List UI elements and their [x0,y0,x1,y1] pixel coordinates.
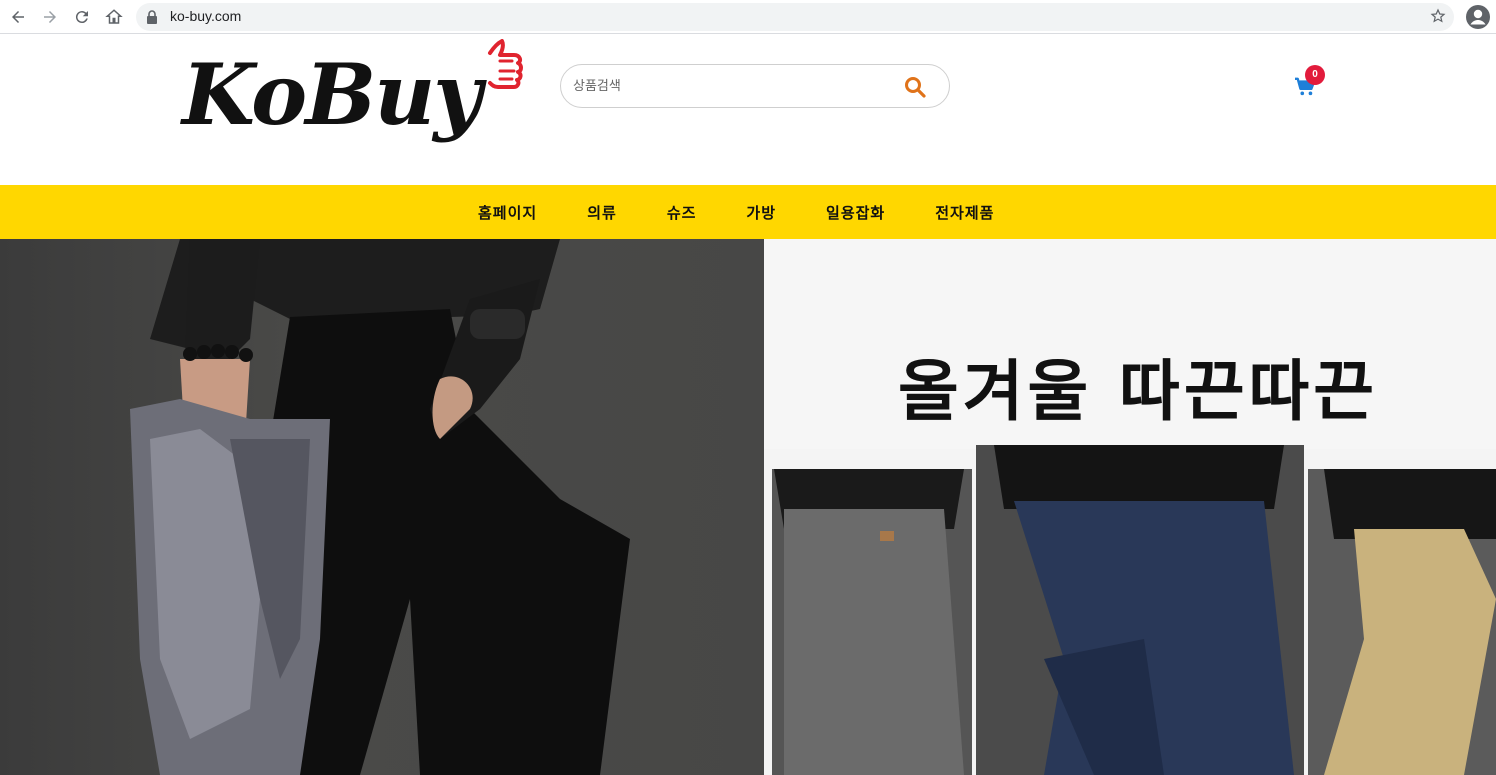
forward-icon[interactable] [38,5,62,29]
nav-item-electronics[interactable]: 전자제품 [935,202,994,223]
lock-icon [146,9,158,28]
search-icon[interactable] [903,75,927,99]
home-icon[interactable] [102,5,126,29]
banner-photo-fleece-pants [0,239,764,775]
search-input[interactable] [573,74,893,98]
search-box [560,64,950,108]
logo-wordmark: KoBuy [182,45,482,144]
main-navigation: 홈페이지 의류 슈즈 가방 일용잡화 전자제품 [0,185,1496,239]
bookmark-star-icon[interactable] [1430,8,1446,28]
nav-item-shoes[interactable]: 슈즈 [667,202,697,223]
address-bar[interactable]: ko-buy.com [136,3,1454,31]
site-logo[interactable]: KoBuy [180,39,560,164]
site-header: KoBuy 0 [0,35,1496,185]
banner-headline: 올겨울 따끈따끈 [898,353,1379,430]
reload-icon[interactable] [70,5,94,29]
cart-button[interactable]: 0 [1294,65,1330,99]
nav-item-daily-goods[interactable]: 일용잡화 [826,202,885,223]
cart-count-badge: 0 [1305,65,1325,85]
nav-item-home[interactable]: 홈페이지 [478,202,537,223]
hero-banner[interactable]: 올겨울 따끈따끈 [0,239,1496,775]
back-icon[interactable] [6,5,30,29]
profile-avatar-icon[interactable] [1465,4,1491,30]
nav-item-bags[interactable]: 가방 [746,202,776,223]
banner-photo-color-variants [764,239,1496,775]
browser-toolbar: ko-buy.com [0,0,1496,34]
url-text: ko-buy.com [170,8,242,24]
nav-item-clothing[interactable]: 의류 [587,202,617,223]
thumbs-up-icon [480,39,556,107]
